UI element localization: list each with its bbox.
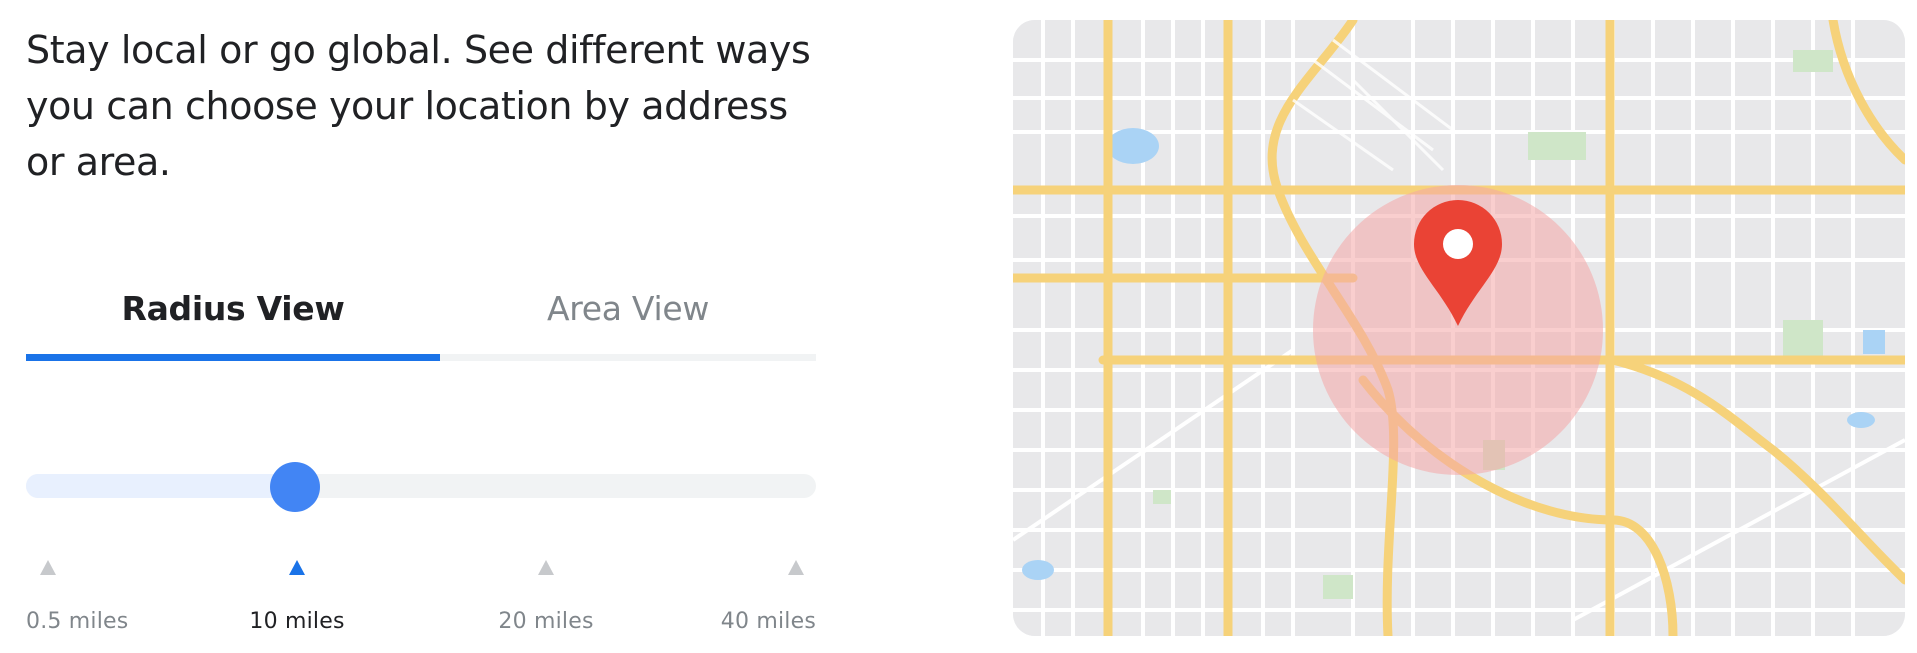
stop-label: 10 miles [249,609,345,634]
slider-thumb[interactable] [270,462,320,512]
tick-marker-icon [538,560,554,575]
stop-10-miles[interactable]: 10 miles [217,560,377,634]
tick-marker-icon [289,560,305,575]
stop-label: 0.5 miles [26,609,129,634]
stop-20-miles[interactable]: 20 miles [466,560,626,634]
stop-40-miles[interactable]: 40 miles [656,560,816,634]
map-preview[interactable] [1013,20,1905,636]
view-tabs: Radius View Area View [26,268,816,361]
tick-marker-icon [788,560,804,575]
tick-marker-icon [40,560,56,575]
intro-text: Stay local or go global. See different w… [26,28,811,184]
radius-stops: 0.5 miles 10 miles 20 miles 40 miles [26,560,816,640]
active-tab-indicator [26,354,440,361]
stop-label: 20 miles [498,609,594,634]
stop-0-5-miles[interactable]: 0.5 miles [26,560,186,634]
radius-slider[interactable] [26,462,816,512]
tab-radius-view[interactable]: Radius View [26,268,440,348]
tab-area-view[interactable]: Area View [440,268,816,348]
stop-label: 40 miles [720,609,816,634]
slider-fill [26,474,295,498]
map-canvas [1013,20,1905,636]
